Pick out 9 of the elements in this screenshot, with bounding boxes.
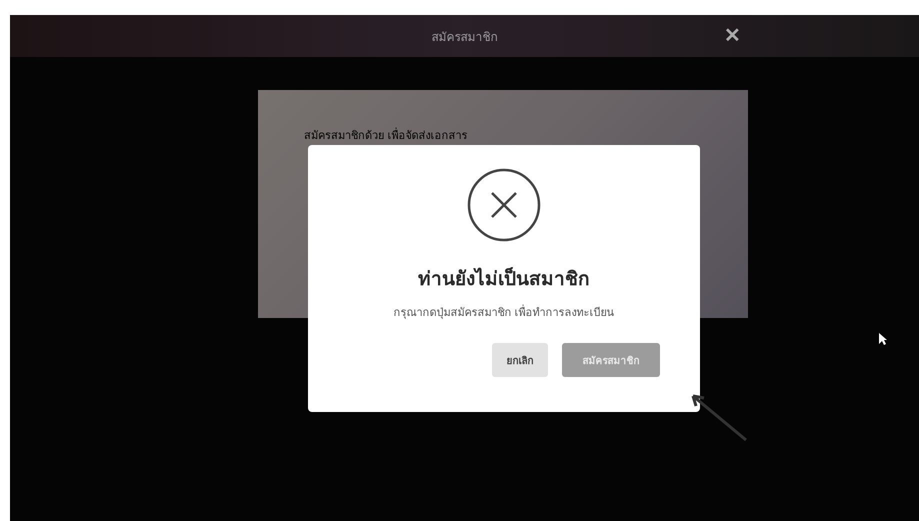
close-button[interactable]: ✕ [720, 23, 745, 48]
cancel-button[interactable]: ยกเลิก [492, 343, 548, 377]
pointer-arrow-icon [690, 393, 750, 443]
card-text: สมัครสมาชิกด้วย เพื่อจัดส่งเอกสาร [304, 129, 468, 143]
dialog-message: กรุณากดปุ่มสมัครสมาชิก เพื่อทำการลงทะเบียน [393, 304, 615, 321]
cursor-icon [878, 332, 888, 346]
error-icon [466, 167, 542, 243]
dialog-heading: ท่านยังไม่เป็นสมาชิก [418, 266, 590, 292]
window-title: สมัครสมาชิก [432, 28, 498, 46]
